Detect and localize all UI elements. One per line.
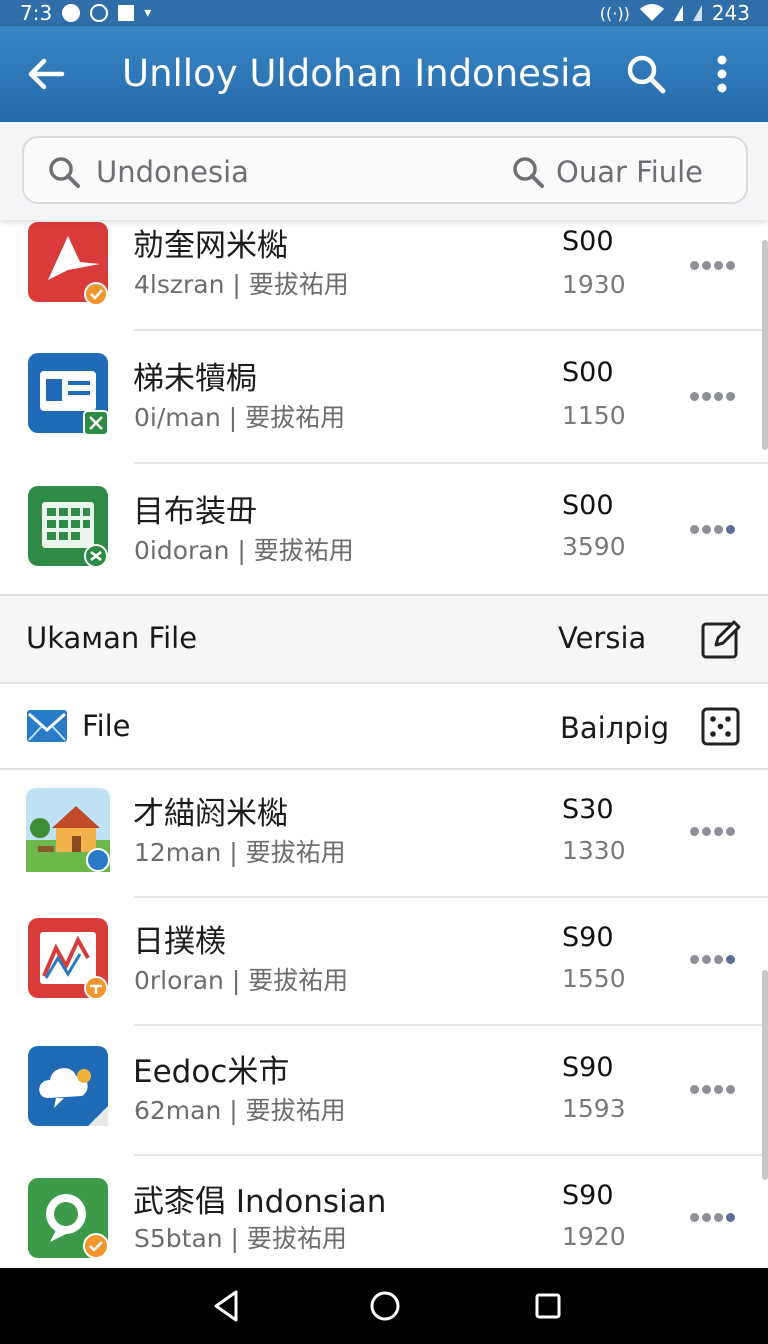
status-right: ((·)) 243 [600, 1, 750, 25]
app-name: 目布装毌 [133, 494, 257, 530]
search-input[interactable]: Undonesia Ouar Fiule [22, 136, 748, 204]
page-title: Unlloy Uldohan Indonesia [122, 52, 594, 95]
app-meta: 4lszran | 要拔祐用 [134, 270, 349, 299]
app-count: 1150 [562, 401, 626, 430]
chat-app-icon [28, 1178, 109, 1259]
app-count: 1550 [562, 964, 626, 993]
card-app-icon [28, 353, 109, 435]
mail-icon [27, 710, 67, 742]
search-icon[interactable] [624, 52, 668, 96]
download-icon: ▾ [144, 5, 152, 21]
app-meta: 12man | 要拔祐用 [134, 838, 346, 867]
app-name: 武桼倡 Indonsian [133, 1184, 387, 1220]
app-price: S90 [562, 1180, 614, 1211]
search-text: Undonesia [96, 155, 249, 189]
nav-home-icon[interactable] [363, 1284, 407, 1328]
house-app-icon [26, 788, 110, 872]
scrollbar[interactable] [762, 970, 768, 1180]
signal-icon [673, 5, 683, 21]
edit-icon[interactable] [700, 618, 742, 660]
search-icon [513, 157, 544, 188]
app-count: 1920 [562, 1222, 626, 1251]
app-name: 才緢阏米檆 [133, 796, 288, 832]
app-bar: Unlloy Uldohan Indonesia [0, 26, 768, 122]
list-item[interactable]: 才緢阏米檆 12man | 要拔祐用 S30 1330 [0, 770, 768, 896]
section-sort-label: Baiлpig [560, 711, 670, 745]
app-meta: 0rloran | 要拔祐用 [134, 966, 349, 995]
section-header: File Baiлpig [0, 682, 768, 770]
app-price: S30 [562, 794, 614, 825]
more-horiz-icon[interactable] [690, 258, 740, 272]
battery-level: 243 [711, 1, 750, 25]
app-count: 1930 [562, 270, 626, 299]
wifi-icon [639, 4, 664, 22]
app-count: 3590 [562, 532, 626, 561]
more-horiz-icon[interactable] [690, 389, 740, 403]
file-search-text: Ouar Fiule [556, 155, 704, 189]
chart-app-icon [28, 918, 108, 1000]
more-horiz-icon[interactable] [690, 952, 740, 966]
navigation-bar [0, 1268, 768, 1344]
status-time: 7:3 [20, 1, 53, 25]
more-horiz-icon[interactable] [690, 1082, 740, 1096]
search-area: Undonesia Ouar Fiule [0, 122, 768, 220]
dice-icon[interactable] [700, 706, 742, 748]
list-item[interactable]: 梯未犢梮 0i/man | 要拔祐用 S00 1150 [0, 331, 768, 461]
list-item[interactable]: 武桼倡 Indonsian S5btan | 要拔祐用 S90 1920 [0, 1156, 768, 1268]
list-item[interactable]: 勍奎网米檆 4lszran | 要拔祐用 S00 1930 [0, 220, 768, 330]
list-item[interactable]: 日撲檨 0rloran | 要拔祐用 S90 1550 [0, 898, 768, 1024]
status-bar: 7:3 ▾ ((·)) 243 [0, 0, 768, 26]
image-icon [118, 5, 135, 21]
notification-icon [62, 4, 81, 22]
app-price: S00 [562, 226, 614, 257]
section-title: Ukaмan File [26, 621, 198, 655]
scrollbar[interactable] [762, 240, 768, 450]
nav-recents-icon[interactable] [526, 1284, 570, 1328]
app-meta: 0idoran | 要拔祐用 [134, 536, 354, 565]
section-version-label: Versia [558, 621, 647, 655]
more-vert-icon[interactable] [702, 50, 742, 98]
signal-2-icon [692, 5, 702, 21]
app-price: S00 [562, 357, 614, 388]
app-name: 梯未犢梮 [133, 361, 257, 397]
app-count: 1330 [562, 836, 626, 865]
weather-app-icon [28, 1046, 108, 1126]
app-price: S90 [562, 922, 614, 953]
back-arrow-icon[interactable] [22, 50, 70, 98]
app-price: S90 [562, 1052, 614, 1083]
search-icon [49, 157, 80, 188]
more-horiz-icon[interactable] [690, 824, 740, 838]
app-name: 日撲檨 [133, 924, 226, 960]
more-horiz-icon[interactable] [690, 1210, 740, 1224]
app-price: S00 [562, 490, 614, 521]
vibrate-icon: ((·)) [599, 3, 630, 23]
list-item[interactable]: Eedoc米市 62man | 要拔祐用 S90 1593 [0, 1026, 768, 1154]
section-header: Ukaмan File Versia [0, 594, 768, 684]
list-item[interactable]: 目布装毌 0idoran | 要拔祐用 S00 3590 [0, 464, 768, 594]
star-app-icon [28, 222, 108, 304]
more-horiz-icon[interactable] [690, 522, 740, 536]
app-name: 勍奎网米檆 [133, 228, 288, 264]
app-count: 1593 [562, 1094, 626, 1123]
app-meta: 0i/man | 要拔祐用 [134, 403, 346, 432]
sync-icon [90, 4, 109, 22]
nav-back-icon[interactable] [204, 1284, 248, 1328]
app-meta: 62man | 要拔祐用 [134, 1096, 346, 1125]
section-title: File [82, 709, 131, 743]
calendar-app-icon [28, 486, 108, 568]
app-name: Eedoc米市 [133, 1054, 290, 1090]
status-left: 7:3 ▾ [20, 1, 151, 25]
app-meta: S5btan | 要拔祐用 [134, 1224, 347, 1253]
